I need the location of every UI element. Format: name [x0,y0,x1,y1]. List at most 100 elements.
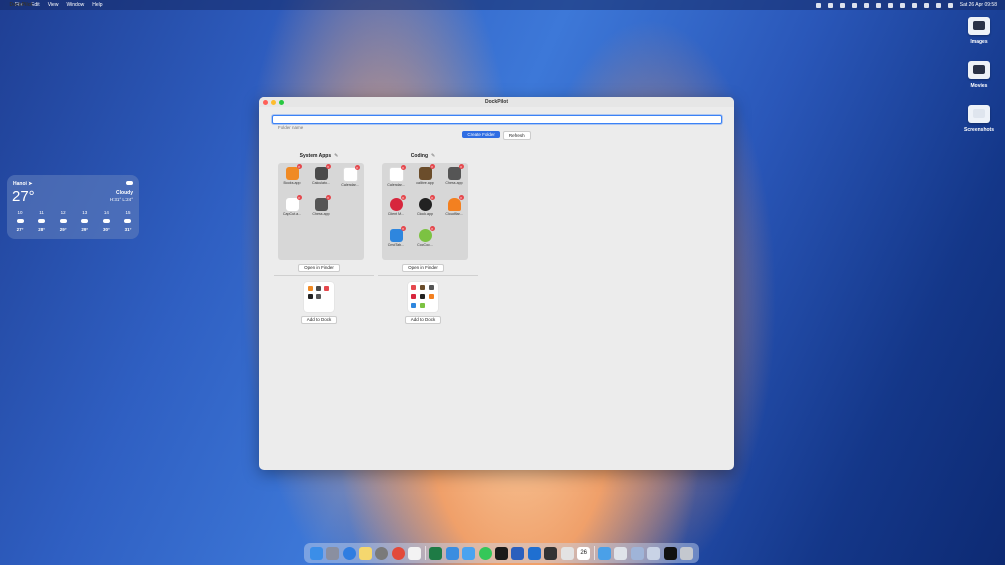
spotlight-icon[interactable] [923,2,929,8]
app-tile[interactable]: × CocCoc... [411,226,439,247]
remove-app-button[interactable]: × [400,226,406,231]
downloads-folder-icon[interactable] [598,546,612,560]
app-tile[interactable]: × CapCut.a... [278,195,306,216]
launchpad-icon[interactable] [326,546,340,560]
app-tile[interactable]: × Books.app [278,164,306,185]
finder-icon[interactable] [309,546,323,560]
app-tile[interactable]: × Chess.app [440,164,468,185]
xcode-icon[interactable] [445,546,459,560]
folder-icon [968,17,990,35]
refresh-button[interactable]: Refresh [502,131,531,140]
folder-preview-icon [408,282,438,312]
add-to-dock-button[interactable]: Add to Dock [405,316,441,324]
remove-app-button[interactable]: × [325,164,331,169]
app-tile[interactable]: × Clock.app [411,195,439,216]
menu-bar: DockPilot File Edit View Window Help Sat… [0,0,1005,10]
add-to-dock-button[interactable]: Add to Dock [301,316,337,324]
cloud-icon [16,219,24,223]
status-icon-2[interactable] [827,2,833,8]
client-app-icon: × [389,195,406,211]
remove-app-button[interactable]: × [325,195,331,200]
folder-icon [968,105,990,123]
settings-icon[interactable] [375,546,389,560]
wifi-icon[interactable] [911,2,917,8]
app-tile[interactable]: × Client M... [382,195,410,216]
vscode-icon[interactable] [527,546,541,560]
hour-forecast: 13 29° [81,210,89,232]
hour-forecast: 11 28° [38,210,46,232]
bluetooth-icon[interactable] [899,2,905,8]
menu-clock[interactable]: Sat 26 Apr 09:58 [960,2,997,8]
edit-pencil-icon[interactable]: ✎ [431,153,435,160]
remove-app-button[interactable]: × [354,165,360,170]
excel-icon[interactable] [429,546,443,560]
remove-app-button[interactable]: × [400,195,406,200]
remove-app-button[interactable]: × [296,164,302,169]
cloud-icon [38,219,46,223]
cloud-icon [126,181,133,185]
safari-icon[interactable] [342,546,356,560]
reminders-icon[interactable] [408,546,422,560]
iterm-icon[interactable] [544,546,558,560]
app-tile[interactable]: × Calendar... [382,165,410,187]
title-bar[interactable]: DockPilot [259,97,734,107]
terminal-window-icon[interactable] [663,546,677,560]
dock: 26 [304,543,699,563]
status-icon-1[interactable] [815,2,821,8]
notes-icon[interactable] [359,546,373,560]
siri-icon[interactable] [947,2,953,8]
open-in-finder-button[interactable]: Open in Finder [298,264,340,272]
weather-hourly: 10 27° 11 28° 12 29° 13 29° 14 30° 15 31° [11,210,137,232]
app-tile[interactable]: × CmdTab... [382,226,410,247]
remove-app-button[interactable]: × [429,226,435,231]
remove-app-button[interactable]: × [296,195,302,200]
app-tile[interactable]: × calibre.app [411,164,439,185]
remove-app-button[interactable]: × [429,195,435,200]
app-tile[interactable]: × Calendar... [336,165,364,187]
app-tile[interactable]: × Chess.app [307,195,335,216]
menu-app-name[interactable]: DockPilot [7,2,35,8]
clock-app-icon: × [418,195,435,211]
chrome-icon[interactable] [391,546,405,560]
control-center-icon[interactable] [935,2,941,8]
desktop-preview-icon[interactable] [630,546,644,560]
weather-widget[interactable]: Hanoi ➤ 27° Cloudy H:31° L:24° 10 27° 11 2… [7,175,139,239]
calendar-icon[interactable]: 26 [577,546,591,560]
headphones-icon[interactable] [863,2,869,8]
create-folder-button[interactable]: Create Folder [462,131,500,138]
desktop-folder-screenshots[interactable]: Screenshots [959,105,999,133]
menu-view[interactable]: View [48,2,59,8]
preview-icon[interactable] [647,546,661,560]
screen-sharing-icon[interactable] [462,546,476,560]
desktop-icon-label: Screenshots [963,127,994,133]
remove-app-button[interactable]: × [458,164,464,169]
desktop-folder-movies[interactable]: Movies [959,61,999,89]
calibre-app-icon: × [418,164,435,180]
open-in-finder-button[interactable]: Open in Finder [402,264,444,272]
folder-name-field[interactable] [272,115,722,131]
app-tile[interactable]: × Calculato... [307,164,335,185]
remove-app-button[interactable]: × [458,195,464,200]
apps-folder-icon[interactable] [614,546,628,560]
word-icon[interactable] [511,546,525,560]
status-icon-3[interactable] [839,2,845,8]
edit-pencil-icon[interactable]: ✎ [334,153,338,160]
remove-app-button[interactable]: × [429,164,435,169]
window-title: DockPilot [484,99,509,105]
terminal-icon[interactable] [494,546,508,560]
app-tile[interactable]: × Cloudflar... [440,195,468,216]
coccoc-app-icon: × [418,226,435,242]
menu-help[interactable]: Help [92,2,102,8]
remove-app-button[interactable]: × [400,165,406,170]
battery-icon[interactable] [875,2,881,8]
trash-icon[interactable] [680,546,694,560]
input-source-icon[interactable] [887,2,893,8]
cloudflare-app-icon: × [447,195,464,211]
menu-window[interactable]: Window [66,2,84,8]
dockpilot-icon[interactable] [560,546,574,560]
folder-name-input[interactable] [273,124,721,131]
messages-icon[interactable] [478,546,492,560]
desktop-folder-images[interactable]: Images [959,17,999,45]
hour-forecast: 10 27° [16,210,24,232]
status-icon-4[interactable] [851,2,857,8]
